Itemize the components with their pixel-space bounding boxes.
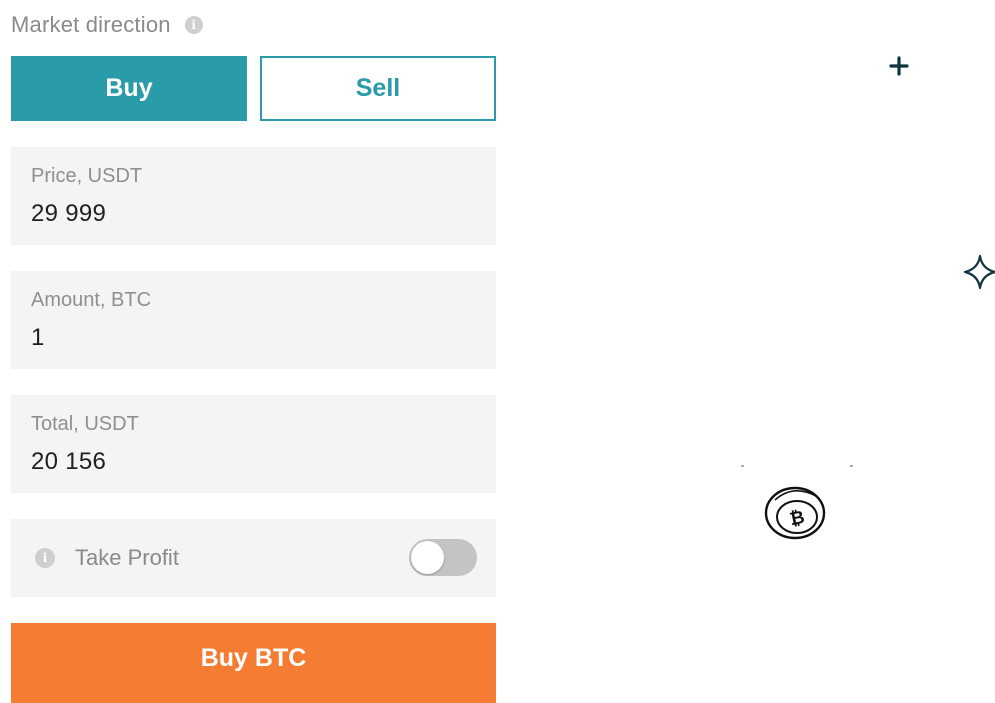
total-field[interactable]: Total, USDT 20 156 [11,395,496,493]
info-icon[interactable]: i [184,16,203,34]
total-value[interactable]: 20 156 [31,448,476,476]
price-field[interactable]: Price, USDT 29 999 [11,147,496,245]
take-profit-row: i Take Profit [11,519,496,597]
bitcoin-coin-icon: ₿ [741,465,853,540]
price-label: Price, USDT [31,165,143,187]
amount-label: Amount, BTC [31,289,152,311]
four-point-star-icon [963,254,995,290]
take-profit-label: Take Profit [75,545,179,570]
sell-toggle-button[interactable]: Sell [260,56,496,121]
take-profit-toggle[interactable] [409,539,477,576]
plus-sparkle-icon [889,56,909,76]
buy-btc-button[interactable]: Buy BTC [11,623,496,703]
sell-toggle-label: Sell [355,74,401,102]
toggle-knob [411,541,444,574]
total-label: Total, USDT [31,413,139,435]
market-direction-header: Market direction i [11,12,203,38]
take-profit-info-icon[interactable]: i [35,548,55,568]
buy-btc-label: Buy BTC [200,644,307,672]
amount-value[interactable]: 1 [31,324,476,352]
buy-toggle-label: Buy [105,74,153,102]
market-direction-label: Market direction [11,12,171,37]
price-value[interactable]: 29 999 [31,200,476,228]
amount-field[interactable]: Amount, BTC 1 [11,271,496,369]
buy-toggle-button[interactable]: Buy [11,56,247,121]
